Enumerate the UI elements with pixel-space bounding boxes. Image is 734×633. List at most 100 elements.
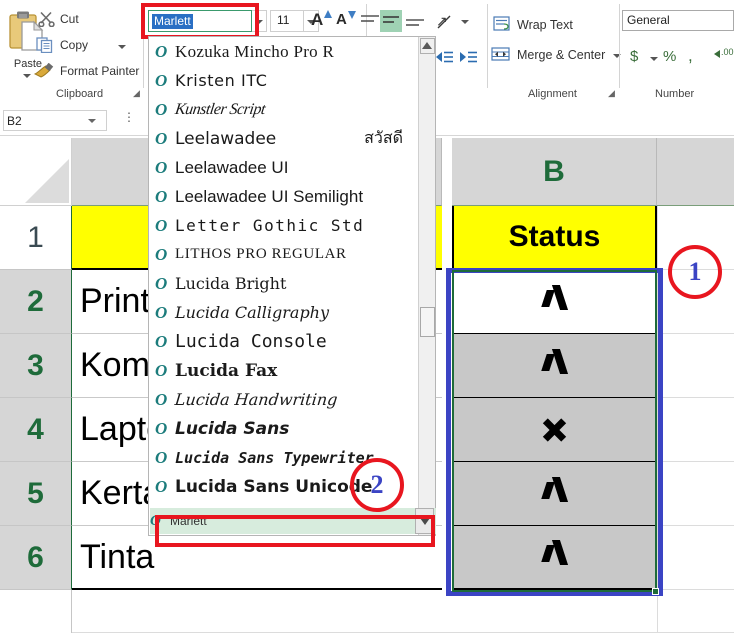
font-list-item[interactable]: O Lucida Fax xyxy=(149,356,419,385)
copy-dropdown-caret-icon[interactable] xyxy=(118,45,126,49)
row-header-6-label: 6 xyxy=(27,540,44,574)
font-type-o-icon: O xyxy=(155,273,168,293)
currency-caret-icon[interactable] xyxy=(650,57,658,61)
font-list-item[interactable]: O LITHOS PRO REGULAR xyxy=(149,240,419,269)
align-middle-button[interactable] xyxy=(380,10,402,32)
group-separator-alignment xyxy=(619,4,620,88)
decrease-font-size-button[interactable]: A xyxy=(336,11,347,28)
paintbrush-icon xyxy=(34,63,54,78)
cell-b5[interactable] xyxy=(452,462,657,526)
font-type-o-icon: O xyxy=(155,418,168,438)
align-top-button[interactable] xyxy=(359,12,381,28)
fill-handle[interactable] xyxy=(652,588,659,595)
scroll-up-button[interactable] xyxy=(420,38,435,54)
format-painter-label: Format Painter xyxy=(60,64,140,78)
font-list-item-label: Leelawadee UI xyxy=(175,157,289,177)
decrease-font-arrow-icon xyxy=(348,11,356,19)
font-type-o-icon: O xyxy=(155,389,168,409)
checkmark-icon xyxy=(540,287,570,317)
font-type-o-icon: O xyxy=(155,99,168,119)
checkmark-icon xyxy=(540,542,570,572)
wrap-text-icon xyxy=(493,16,510,31)
increase-font-arrow-icon xyxy=(324,10,332,18)
cell-b3[interactable] xyxy=(452,334,657,398)
copy-button[interactable]: Copy xyxy=(36,37,126,53)
font-list-item[interactable]: O Leelawadee UI xyxy=(149,153,419,182)
cut-label: Cut xyxy=(60,12,79,26)
font-list-item-label: Lucida Sans Unicode xyxy=(175,476,373,497)
scrollbar-thumb[interactable] xyxy=(420,307,435,337)
align-bottom-button[interactable] xyxy=(404,16,426,32)
decrease-decimal-button[interactable]: .00 xyxy=(721,47,734,57)
cross-icon xyxy=(540,415,570,445)
number-format-value: General xyxy=(627,13,670,27)
row-header-2-label: 2 xyxy=(27,284,44,318)
orientation-caret-icon[interactable] xyxy=(461,20,469,24)
row-header-2[interactable]: 2 xyxy=(0,270,72,334)
gridline xyxy=(657,206,658,632)
decrease-indent-button[interactable] xyxy=(434,50,454,64)
cell-b6[interactable] xyxy=(452,526,657,590)
row-header-1[interactable]: 1 xyxy=(0,206,72,270)
alignment-dialog-launcher[interactable]: ◢ xyxy=(608,88,615,99)
column-header-c[interactable] xyxy=(657,138,734,206)
text-orientation-button[interactable]: ↗ xyxy=(436,12,458,32)
merge-cells-icon xyxy=(491,47,510,61)
font-list-item[interactable]: O Kristen ITC xyxy=(149,66,419,95)
font-name-dropdown-list[interactable]: O Kozuka Mincho Pro R O Kristen ITC O Ku… xyxy=(148,36,436,536)
font-list-item[interactable]: O Kozuka Mincho Pro R xyxy=(149,37,419,66)
scissors-icon xyxy=(38,11,55,27)
font-list-item[interactable]: O Lucida Console xyxy=(149,327,419,356)
font-type-o-icon: O xyxy=(155,447,168,467)
row-header-1-label: 1 xyxy=(27,220,44,254)
annotation-box-marlett-item xyxy=(155,515,435,547)
callout-2-label: 2 xyxy=(370,470,384,499)
font-list-item[interactable]: O Lucida Handwriting xyxy=(149,385,419,414)
font-list-item-label: Leelawadee UI Semilight xyxy=(175,186,364,206)
row-header-5[interactable]: 5 xyxy=(0,462,72,526)
clipboard-dialog-launcher[interactable]: ◢ xyxy=(133,88,140,99)
font-list-item[interactable]: O Kunstler Script xyxy=(149,95,419,124)
row-header-3[interactable]: 3 xyxy=(0,334,72,398)
paste-dropdown-caret-icon[interactable] xyxy=(23,74,31,78)
column-header-b[interactable]: B xyxy=(452,138,657,206)
row-header-4[interactable]: 4 xyxy=(0,398,72,462)
font-list-item-label: Kozuka Mincho Pro R xyxy=(175,41,335,61)
font-list-item-label: Lucida Sans Typewriter xyxy=(175,448,374,467)
callout-marker-2: 2 xyxy=(350,458,404,512)
wrap-text-label: Wrap Text xyxy=(517,18,573,32)
font-list-item-label: Kristen ITC xyxy=(175,71,268,90)
font-list-item[interactable]: O Lucida Calligraphy xyxy=(149,298,419,327)
row-header-6[interactable]: 6 xyxy=(0,526,72,590)
font-type-o-icon: O xyxy=(155,360,168,380)
currency-format-button[interactable]: $ xyxy=(630,48,638,65)
comma-format-button[interactable]: , xyxy=(688,46,693,66)
cell-b4[interactable] xyxy=(452,398,657,462)
select-all-corner[interactable] xyxy=(0,138,72,206)
percent-format-button[interactable]: % xyxy=(663,48,676,65)
cell-b1[interactable]: Status xyxy=(452,206,657,270)
font-type-o-icon: O xyxy=(155,157,168,177)
cut-button[interactable]: Cut xyxy=(38,11,79,27)
font-type-o-icon: O xyxy=(155,302,168,322)
wrap-text-button[interactable]: Wrap Text xyxy=(493,16,573,32)
font-list-item[interactable]: O Letter Gothic Std xyxy=(149,211,419,240)
annotation-box-font-name xyxy=(141,3,259,39)
font-list-item[interactable]: O Leelawadee UI Semilight xyxy=(149,182,419,211)
caret-up-icon xyxy=(422,42,432,49)
font-list-item[interactable]: O Lucida Bright xyxy=(149,269,419,298)
font-dropdown-scrollbar[interactable] xyxy=(418,37,435,535)
cell-b2[interactable] xyxy=(452,270,657,334)
format-painter-button[interactable]: Format Painter xyxy=(34,63,140,78)
font-list-item[interactable]: O Leelawadee สวัสดี xyxy=(149,124,419,153)
row-header-7[interactable] xyxy=(0,590,72,633)
column-header-b-label: B xyxy=(543,154,565,188)
font-type-o-icon: O xyxy=(155,186,168,206)
row-header-3-label: 3 xyxy=(27,348,44,382)
increase-font-size-button[interactable]: A xyxy=(311,10,323,30)
name-box-caret-icon[interactable] xyxy=(88,119,96,123)
copy-icon xyxy=(36,37,53,53)
merge-center-button[interactable]: Merge & Center xyxy=(491,47,605,62)
font-list-item[interactable]: O Lucida Sans xyxy=(149,414,419,443)
increase-indent-button[interactable] xyxy=(458,50,478,64)
